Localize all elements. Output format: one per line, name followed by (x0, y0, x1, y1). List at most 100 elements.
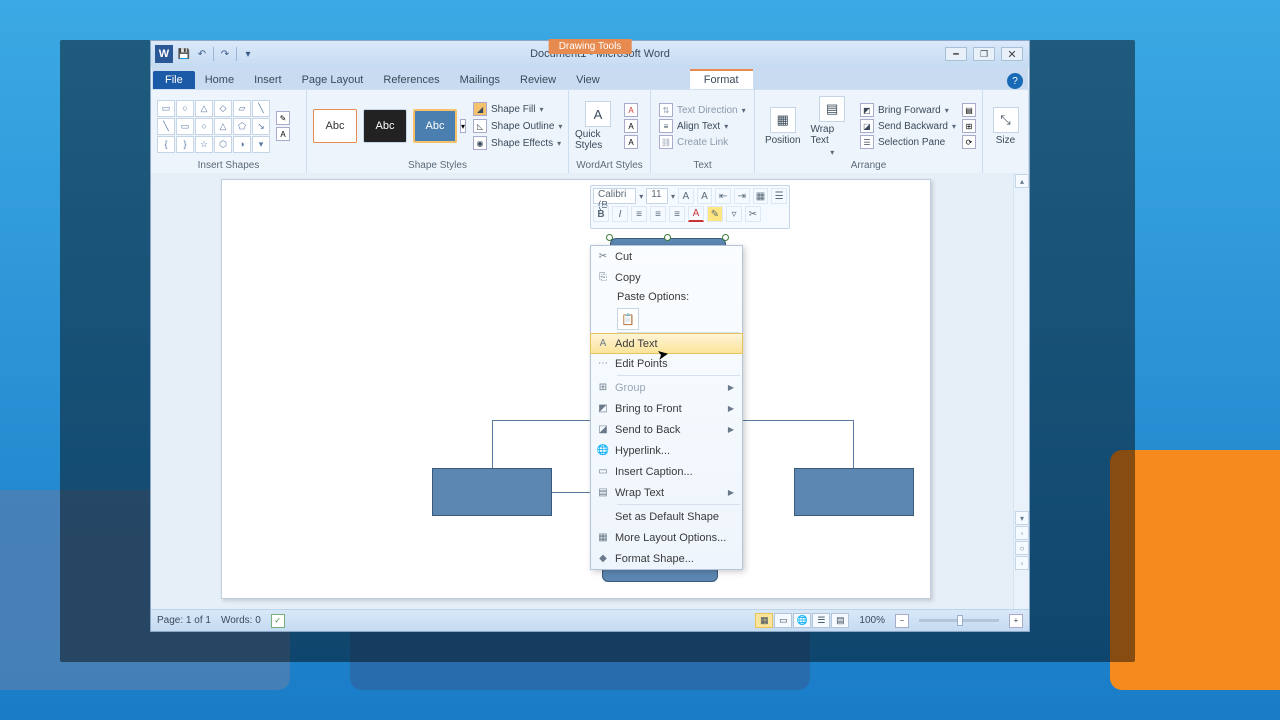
connector (853, 420, 854, 468)
wrap-text-button[interactable]: ▤Wrap Text▾ (810, 96, 853, 157)
ctx-edit-points[interactable]: ⋯Edit Points (591, 353, 742, 374)
status-page[interactable]: Page: 1 of 1 (157, 615, 211, 626)
text-fill-icon[interactable]: A (624, 103, 638, 117)
quick-style-icon[interactable]: ▿ (726, 206, 742, 222)
page-canvas[interactable] (221, 179, 931, 599)
spellcheck-icon[interactable]: ✓ (271, 614, 285, 628)
prev-page-icon[interactable]: ◦ (1015, 526, 1029, 540)
tab-home[interactable]: Home (195, 71, 244, 89)
decrease-indent-icon[interactable]: ⇤ (715, 188, 731, 204)
increase-indent-icon[interactable]: ⇥ (734, 188, 750, 204)
shape-effects-menu[interactable]: ◉Shape Effects▾ (473, 136, 562, 150)
selection-handle[interactable] (606, 234, 613, 241)
bold-icon[interactable]: B (593, 206, 609, 222)
ctx-copy[interactable]: ⎘Copy (591, 267, 742, 288)
zoom-in-icon[interactable]: + (1009, 614, 1023, 628)
tab-page-layout[interactable]: Page Layout (292, 71, 374, 89)
rotate-icon[interactable]: ⟳ (962, 135, 976, 149)
ctx-send-to-back[interactable]: ◪Send to Back▶ (591, 419, 742, 440)
tab-view[interactable]: View (566, 71, 610, 89)
scroll-up-icon[interactable]: ▴ (1015, 174, 1029, 188)
tab-format[interactable]: Format (690, 69, 753, 89)
create-link-button[interactable]: ⛓Create Link (659, 135, 746, 149)
ctx-wrap-text[interactable]: ▤Wrap Text▶ (591, 482, 742, 503)
quick-styles-button[interactable]: AQuick Styles (575, 101, 621, 151)
shapes-gallery[interactable]: ▭○△◇▱╲ ╲▭○△⬠↘ {}☆⬡◑▾ (157, 100, 270, 153)
selection-handle[interactable] (664, 234, 671, 241)
align-left-icon[interactable]: ≡ (631, 206, 647, 222)
save-icon[interactable]: 💾 (177, 47, 191, 61)
tab-references[interactable]: References (373, 71, 449, 89)
align-right-icon[interactable]: ≡ (669, 206, 685, 222)
ctx-more-layout[interactable]: ▦More Layout Options... (591, 527, 742, 548)
ctx-set-default[interactable]: Set as Default Shape (591, 506, 742, 527)
full-screen-view-icon[interactable]: ▭ (774, 613, 792, 628)
text-direction-menu[interactable]: ⇅Text Direction▾ (659, 103, 746, 117)
document-area: Calibri (B▾ 11▾ A A ⇤ ⇥ ▦ ☰ B I ≡ ≡ ≡ A … (151, 173, 1029, 609)
styles-icon[interactable]: ▦ (753, 188, 769, 204)
tab-review[interactable]: Review (510, 71, 566, 89)
ctx-cut[interactable]: ✂Cut (591, 246, 742, 267)
tab-mailings[interactable]: Mailings (450, 71, 510, 89)
browse-object-icon[interactable]: ○ (1015, 541, 1029, 555)
selection-handle[interactable] (722, 234, 729, 241)
text-box-icon[interactable]: A (276, 127, 290, 141)
close-button[interactable]: ✕ (1001, 47, 1023, 61)
redo-icon[interactable]: ↷ (218, 47, 232, 61)
help-icon[interactable]: ? (1007, 73, 1023, 89)
bullets-icon[interactable]: ☰ (771, 188, 787, 204)
gallery-more-icon[interactable]: ▾ (460, 119, 466, 133)
mini-toolbar: Calibri (B▾ 11▾ A A ⇤ ⇥ ▦ ☰ B I ≡ ≡ ≡ A … (590, 185, 790, 229)
group-icon[interactable]: ⊞ (962, 119, 976, 133)
status-words[interactable]: Words: 0 (221, 615, 261, 626)
ctx-add-text[interactable]: AAdd Text (590, 333, 743, 354)
format-painter-icon[interactable]: ✂ (745, 206, 761, 222)
ctx-paste-option[interactable]: 📋 (617, 308, 639, 330)
shape-style-gallery[interactable]: Abc Abc Abc (313, 109, 457, 143)
ctx-format-shape[interactable]: ◆Format Shape... (591, 548, 742, 569)
zoom-level-label[interactable]: 100% (859, 615, 885, 626)
shrink-font-icon[interactable]: A (697, 188, 713, 204)
edit-shape-icon[interactable]: ✎ (276, 111, 290, 125)
size-button[interactable]: ⤡Size (989, 107, 1022, 146)
font-color-icon[interactable]: A (688, 206, 704, 222)
shape-fill-menu[interactable]: ◢Shape Fill▾ (473, 102, 562, 116)
qat-dropdown-icon[interactable]: ▾ (241, 47, 255, 61)
zoom-out-icon[interactable]: − (895, 614, 909, 628)
restore-button[interactable]: ❐ (973, 47, 995, 61)
align-center-icon[interactable]: ≡ (650, 206, 666, 222)
ctx-bring-to-front[interactable]: ◩Bring to Front▶ (591, 398, 742, 419)
next-page-icon[interactable]: ◦ (1015, 556, 1029, 570)
selection-pane-button[interactable]: ☰Selection Pane (860, 135, 956, 149)
mini-font-size[interactable]: 11 (646, 188, 668, 204)
text-effects-icon[interactable]: A (624, 135, 638, 149)
scroll-down-icon[interactable]: ▾ (1015, 511, 1029, 525)
text-outline-icon[interactable]: A (624, 119, 638, 133)
bring-forward-menu[interactable]: ◩Bring Forward▾ (860, 103, 956, 117)
mini-font-name[interactable]: Calibri (B (593, 188, 636, 204)
tab-insert[interactable]: Insert (244, 71, 292, 89)
zoom-slider[interactable] (919, 619, 999, 622)
tab-file[interactable]: File (153, 71, 195, 89)
vertical-scrollbar[interactable]: ▴ ▾ ◦ ○ ◦ (1013, 173, 1029, 609)
align-text-menu[interactable]: ≡Align Text▾ (659, 119, 746, 133)
send-backward-menu[interactable]: ◪Send Backward▾ (860, 119, 956, 133)
minimize-button[interactable]: ━ (945, 47, 967, 61)
print-layout-view-icon[interactable]: ▦ (755, 613, 773, 628)
position-button[interactable]: ▦Position (761, 107, 804, 146)
ctx-hyperlink[interactable]: 🌐Hyperlink... (591, 440, 742, 461)
highlight-icon[interactable]: ✎ (707, 206, 723, 222)
align-icon[interactable]: ▤ (962, 103, 976, 117)
grow-font-icon[interactable]: A (678, 188, 694, 204)
draft-view-icon[interactable]: ▤ (831, 613, 849, 628)
undo-icon[interactable]: ↶ (195, 47, 209, 61)
italic-icon[interactable]: I (612, 206, 628, 222)
outline-view-icon[interactable]: ☰ (812, 613, 830, 628)
ctx-insert-caption[interactable]: ▭Insert Caption... (591, 461, 742, 482)
connector (492, 420, 493, 468)
web-layout-view-icon[interactable]: 🌐 (793, 613, 811, 628)
ctx-paste-options-label: Paste Options: (591, 288, 742, 306)
flowchart-process-shape[interactable] (794, 468, 914, 516)
flowchart-process-shape[interactable] (432, 468, 552, 516)
shape-outline-menu[interactable]: ◺Shape Outline▾ (473, 119, 562, 133)
